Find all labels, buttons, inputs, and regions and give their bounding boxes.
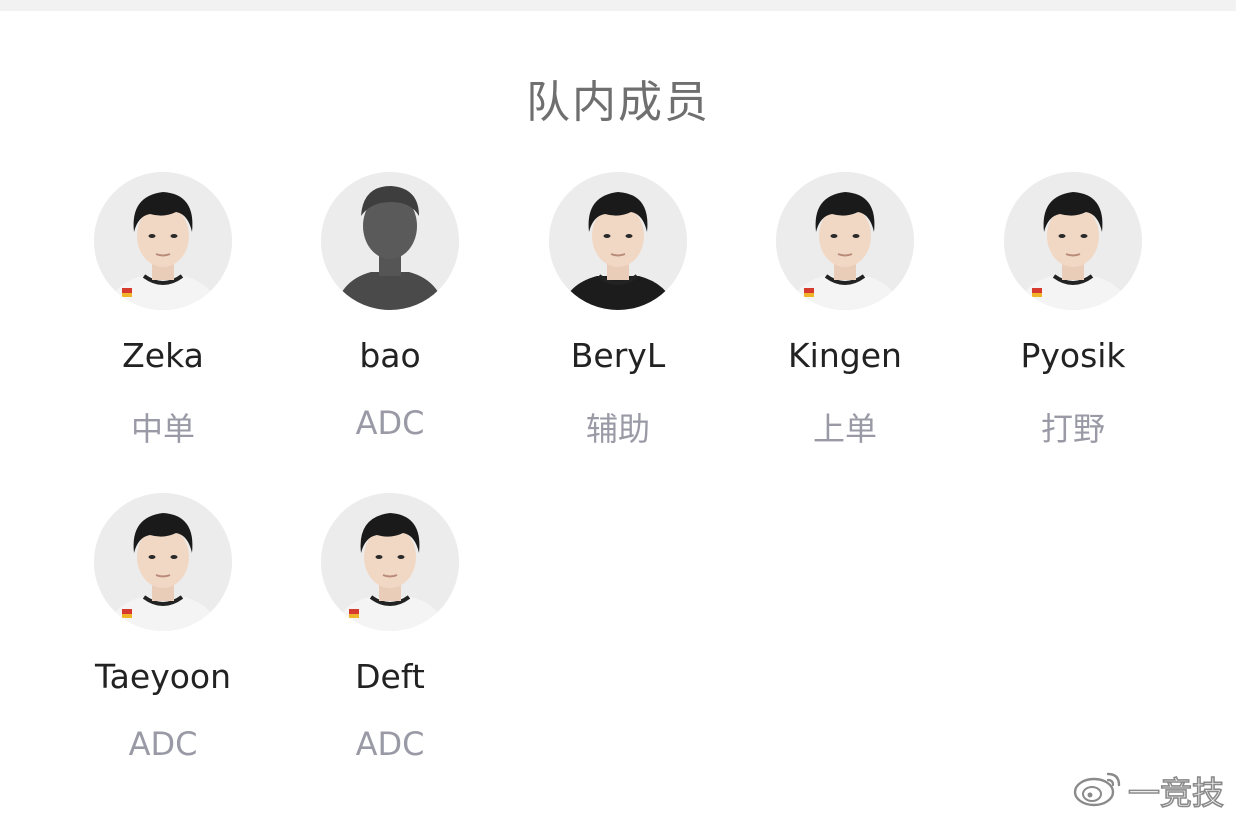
member-card-zeka[interactable]: Zeka 中单 [49,172,277,462]
silhouette-avatar-icon[interactable] [321,172,459,310]
member-card-kingen[interactable]: Kingen 上单 [731,172,959,462]
member-card-bao[interactable]: bao ADC [276,172,504,462]
portrait-illustration [94,172,232,310]
portrait-illustration [94,493,232,631]
player-avatar[interactable] [321,493,459,631]
player-role: 中单 [130,410,195,448]
weibo-icon [1073,772,1121,807]
portrait-illustration [1004,172,1142,310]
watermark: 一竞技 [1072,764,1228,813]
player-role: ADC [355,725,425,763]
player-name: Kingen [788,336,902,375]
watermark-text: 一竞技 [1127,773,1225,813]
player-role: 辅助 [585,410,650,448]
player-avatar[interactable] [94,493,232,631]
player-role: ADC [355,404,425,442]
portrait-illustration [776,172,914,310]
player-name: Taeyoon [94,657,232,696]
player-name: Zeka [122,336,204,375]
player-role: ADC [128,725,198,763]
silhouette-icon [321,172,459,310]
player-avatar[interactable] [94,172,232,310]
team-members-page: 队内成员 Zeka 中单 bao ADC BeryL 辅助 Kingen 上单 … [0,0,1236,817]
player-avatar[interactable] [776,172,914,310]
member-card-deft[interactable]: Deft ADC [276,493,504,783]
player-avatar[interactable] [1004,172,1142,310]
member-card-pyosik[interactable]: Pyosik 打野 [959,172,1187,462]
player-name: BeryL [570,336,666,375]
player-name: Pyosik [1020,336,1126,375]
player-avatar[interactable] [549,172,687,310]
player-name: Deft [355,657,425,696]
top-divider [0,0,1236,11]
member-card-taeyoon[interactable]: Taeyoon ADC [49,493,277,783]
player-name: bao [359,336,421,375]
member-card-beryl[interactable]: BeryL 辅助 [504,172,732,462]
portrait-illustration [321,493,459,631]
player-role: 上单 [812,410,877,448]
player-role: 打野 [1040,410,1105,448]
portrait-illustration [549,172,687,310]
section-title: 队内成员 [526,77,710,128]
